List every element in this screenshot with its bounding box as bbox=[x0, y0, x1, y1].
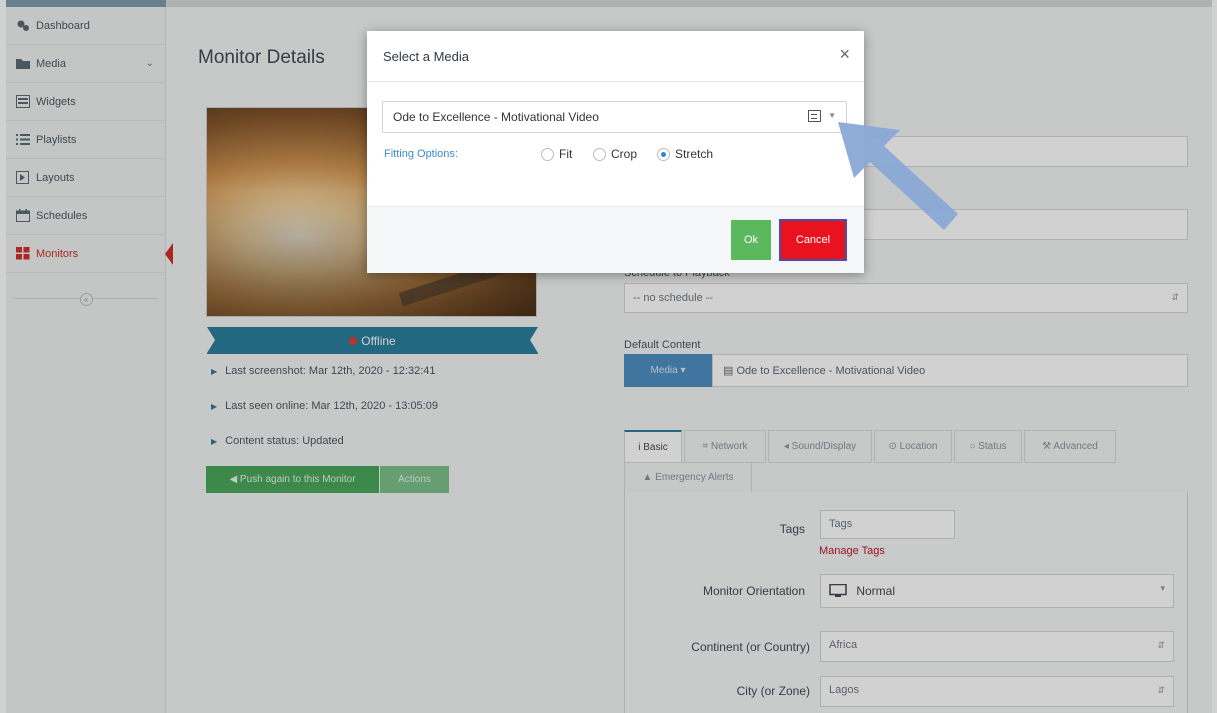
dialog-title: Select a Media bbox=[383, 49, 469, 64]
media-select[interactable]: Ode to Excellence - Motivational Video ▼ bbox=[382, 101, 847, 133]
radio-stretch[interactable]: Stretch bbox=[657, 147, 713, 161]
radio-fit[interactable]: Fit bbox=[541, 147, 572, 161]
radio-crop[interactable]: Crop bbox=[593, 147, 637, 161]
close-icon[interactable]: × bbox=[839, 45, 850, 63]
film-icon bbox=[808, 110, 821, 122]
dialog-header: Select a Media × bbox=[367, 31, 864, 82]
radio-label: Fit bbox=[559, 147, 573, 161]
radio-label: Crop bbox=[611, 147, 638, 161]
annotation-arrow-icon bbox=[838, 122, 958, 230]
radio-circle[interactable] bbox=[593, 147, 606, 161]
media-select-value: Ode to Excellence - Motivational Video bbox=[393, 110, 599, 124]
select-media-dialog: Select a Media × Ode to Excellence - Mot… bbox=[367, 31, 864, 273]
fitting-options-label: Fitting Options: bbox=[384, 148, 458, 160]
radio-circle[interactable] bbox=[657, 147, 670, 161]
radio-circle[interactable] bbox=[541, 147, 554, 161]
ok-button[interactable]: Ok bbox=[731, 220, 771, 260]
radio-label: Stretch bbox=[675, 147, 714, 161]
